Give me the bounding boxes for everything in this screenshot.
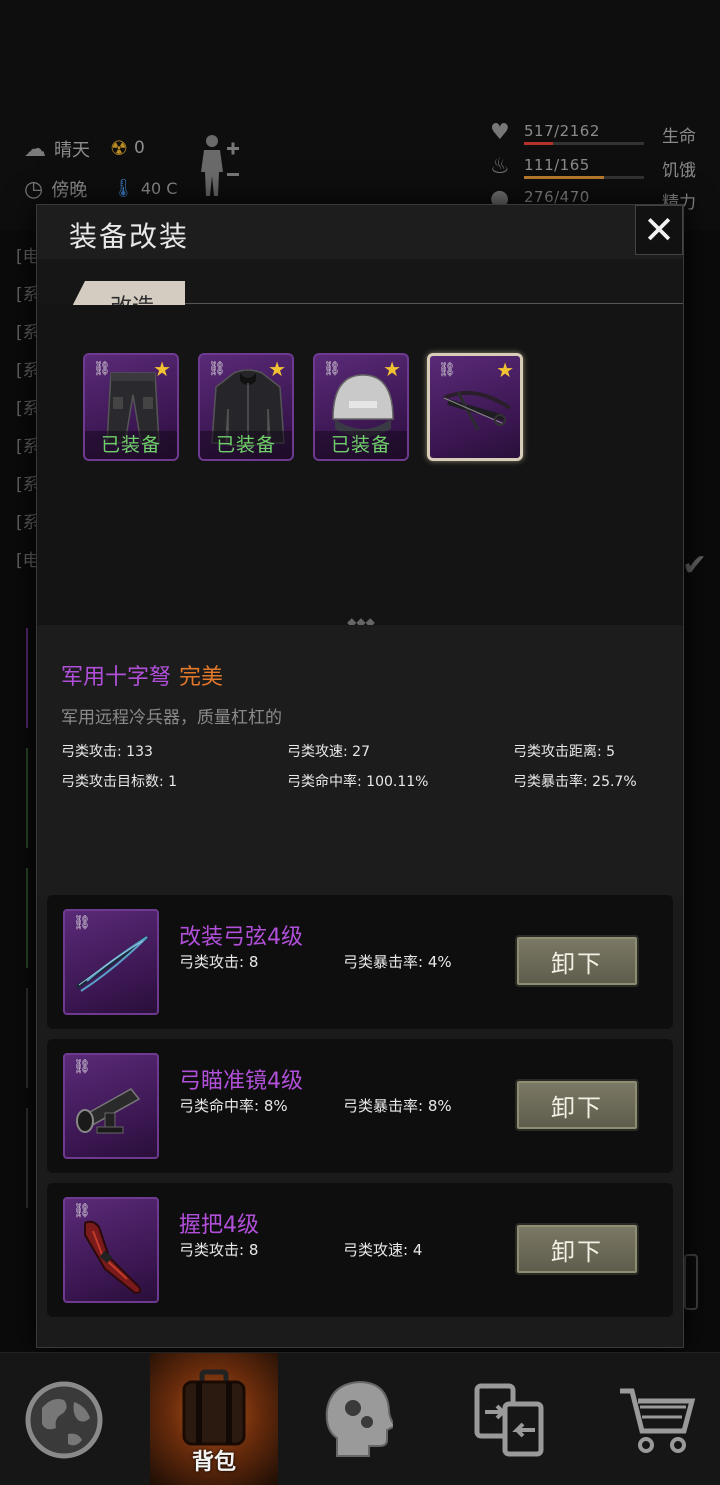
item-name: 军用十字弩 xyxy=(61,665,172,690)
item-description: 军用远程冷兵器，质量杠杠的 xyxy=(61,708,282,728)
radiation-value: 0 xyxy=(133,138,145,158)
mod-name: 弓瞄准镜4级 xyxy=(179,1069,303,1094)
nav-trade[interactable] xyxy=(446,1353,574,1485)
nav-backpack[interactable]: 背包 xyxy=(150,1353,278,1485)
side-item-edge xyxy=(26,868,36,968)
mod-icon-frame[interactable]: ⛓ xyxy=(63,1053,159,1159)
side-item-edge xyxy=(26,748,36,848)
close-button[interactable]: ✕ xyxy=(635,205,683,255)
scroll-handle[interactable] xyxy=(684,1254,698,1310)
link-icon: ⛓ xyxy=(208,361,226,377)
mod-name: 握把4级 xyxy=(179,1213,259,1238)
temperature-indicator: 🌡︎ 40 C xyxy=(112,178,177,199)
mod-card-grip: ⛓ 握把4级 弓类攻击: 8 弓类攻速: 4 卸下 xyxy=(47,1183,673,1317)
mod-card-bowstring: ⛓ 改装弓弦4级 弓类攻击: 8 弓类暴击率: 4% 卸下 xyxy=(47,895,673,1029)
hunger-bar xyxy=(524,176,644,179)
equip-slot-jacket[interactable]: ⛓ ★ 已装备 xyxy=(198,353,294,461)
body-status-icon[interactable] xyxy=(196,132,244,198)
equip-slot-crossbow[interactable]: ⛓ ★ xyxy=(427,353,523,461)
nav-backpack-label: 背包 xyxy=(191,1450,236,1475)
thermometer-icon: 🌡︎ xyxy=(112,178,135,199)
mod-stat: 弓类暴击率: 8% xyxy=(343,1097,452,1115)
mod-card-scope: ⛓ 弓瞄准镜4级 弓类命中率: 8% 弓类暴击率: 8% 卸下 xyxy=(47,1039,673,1173)
weather-indicator: ☁ 晴天 xyxy=(24,136,90,162)
dialog-header: 装备改装 ✕ xyxy=(37,205,683,259)
dialog-title: 装备改装 xyxy=(69,220,190,253)
weather-label: 晴天 xyxy=(54,140,90,161)
star-icon: ★ xyxy=(153,357,171,381)
item-stat: 弓类攻速: 27 xyxy=(287,744,370,760)
link-icon: ⛓ xyxy=(93,361,111,377)
health-stat: ♥ 517/2162 生命 xyxy=(490,120,700,150)
mod-name: 改装弓弦4级 xyxy=(179,925,303,950)
time-indicator: ◷ 傍晚 xyxy=(24,176,87,202)
clock-icon: ◷ xyxy=(24,176,44,202)
stomach-icon: ♨ xyxy=(490,154,510,179)
mod-stat: 弓类攻速: 4 xyxy=(343,1241,423,1259)
item-stat: 弓类命中率: 100.11% xyxy=(287,774,429,790)
time-label: 傍晚 xyxy=(51,180,88,201)
side-item-edge xyxy=(26,988,36,1088)
nav-skills[interactable] xyxy=(294,1353,422,1485)
top-status-bar: ☁ 晴天 ☢ 0 ◷ 傍晚 🌡︎ 40 C ♥ 517/2162 生命 ♨ 11… xyxy=(0,0,720,230)
unequip-button[interactable]: 卸下 xyxy=(515,935,639,987)
health-bar xyxy=(524,142,644,145)
bottom-navigation: 背包 xyxy=(0,1352,720,1485)
radiation-indicator: ☢ 0 xyxy=(110,136,145,160)
tab-divider xyxy=(177,303,683,304)
sun-cloud-icon: ☁ xyxy=(24,136,46,162)
checkmark-icon: ✔ xyxy=(682,548,708,583)
temperature-value: 40 C xyxy=(140,179,178,198)
heart-icon: ♥ xyxy=(490,120,510,145)
equipment-mod-dialog: 装备改装 ✕ 改造 ⛓ ★ 已装备 ⛓ ★ 已装备 xyxy=(36,204,684,1348)
globe-icon xyxy=(25,1381,103,1458)
hunger-label: 饥饿 xyxy=(662,161,696,181)
health-label: 生命 xyxy=(662,127,696,147)
mod-icon-frame[interactable]: ⛓ xyxy=(63,909,159,1015)
item-stat: 弓类攻击: 133 xyxy=(61,744,153,760)
mod-stat: 弓类暴击率: 4% xyxy=(343,953,452,971)
link-icon: ⛓ xyxy=(73,915,91,931)
scope-icon xyxy=(76,1088,141,1134)
health-value: 517/2162 xyxy=(524,122,600,140)
link-icon: ⛓ xyxy=(73,1203,91,1219)
equip-slot-helmet[interactable]: ⛓ ★ 已装备 xyxy=(313,353,409,461)
nav-map[interactable] xyxy=(0,1353,128,1485)
trade-icon xyxy=(474,1383,544,1456)
mod-icon-frame[interactable]: ⛓ xyxy=(63,1197,159,1303)
item-details: 军用十字弩 完美 军用远程冷兵器，质量杠杠的 弓类攻击: 133 弓类攻速: 2… xyxy=(37,625,683,895)
item-stat: 弓类攻击距离: 5 xyxy=(513,744,616,760)
link-icon: ⛓ xyxy=(323,361,341,377)
grip-icon xyxy=(84,1220,142,1295)
equip-slot-trousers[interactable]: ⛓ ★ 已装备 xyxy=(83,353,179,461)
item-stat: 弓类攻击目标数: 1 xyxy=(61,774,178,790)
equipped-status: 已装备 xyxy=(200,431,292,459)
bowstring-icon xyxy=(75,935,149,992)
cart-icon xyxy=(620,1388,696,1453)
radiation-icon: ☢ xyxy=(110,136,128,160)
hunger-value: 111/165 xyxy=(524,156,590,174)
item-quality: 完美 xyxy=(179,665,224,690)
unequip-button[interactable]: 卸下 xyxy=(515,1223,639,1275)
mod-stat: 弓类攻击: 8 xyxy=(179,1241,259,1259)
star-icon: ★ xyxy=(268,357,286,381)
star-icon: ★ xyxy=(383,357,401,381)
equipped-status: 已装备 xyxy=(85,431,177,459)
link-icon: ⛓ xyxy=(73,1059,91,1075)
nav-shop[interactable] xyxy=(592,1353,720,1485)
head-gears-icon xyxy=(325,1380,393,1457)
link-icon: ⛓ xyxy=(438,362,456,378)
equipped-status: 已装备 xyxy=(315,431,407,459)
backpack-icon xyxy=(182,1369,246,1445)
side-item-edge xyxy=(26,1108,36,1208)
hunger-stat: ♨ 111/165 饥饿 xyxy=(490,154,700,184)
side-item-edge xyxy=(26,628,36,728)
mod-stat: 弓类命中率: 8% xyxy=(179,1097,288,1115)
star-icon: ★ xyxy=(496,358,514,382)
item-stat: 弓类暴击率: 25.7% xyxy=(513,774,637,790)
unequip-button[interactable]: 卸下 xyxy=(515,1079,639,1131)
mod-stat: 弓类攻击: 8 xyxy=(179,953,259,971)
